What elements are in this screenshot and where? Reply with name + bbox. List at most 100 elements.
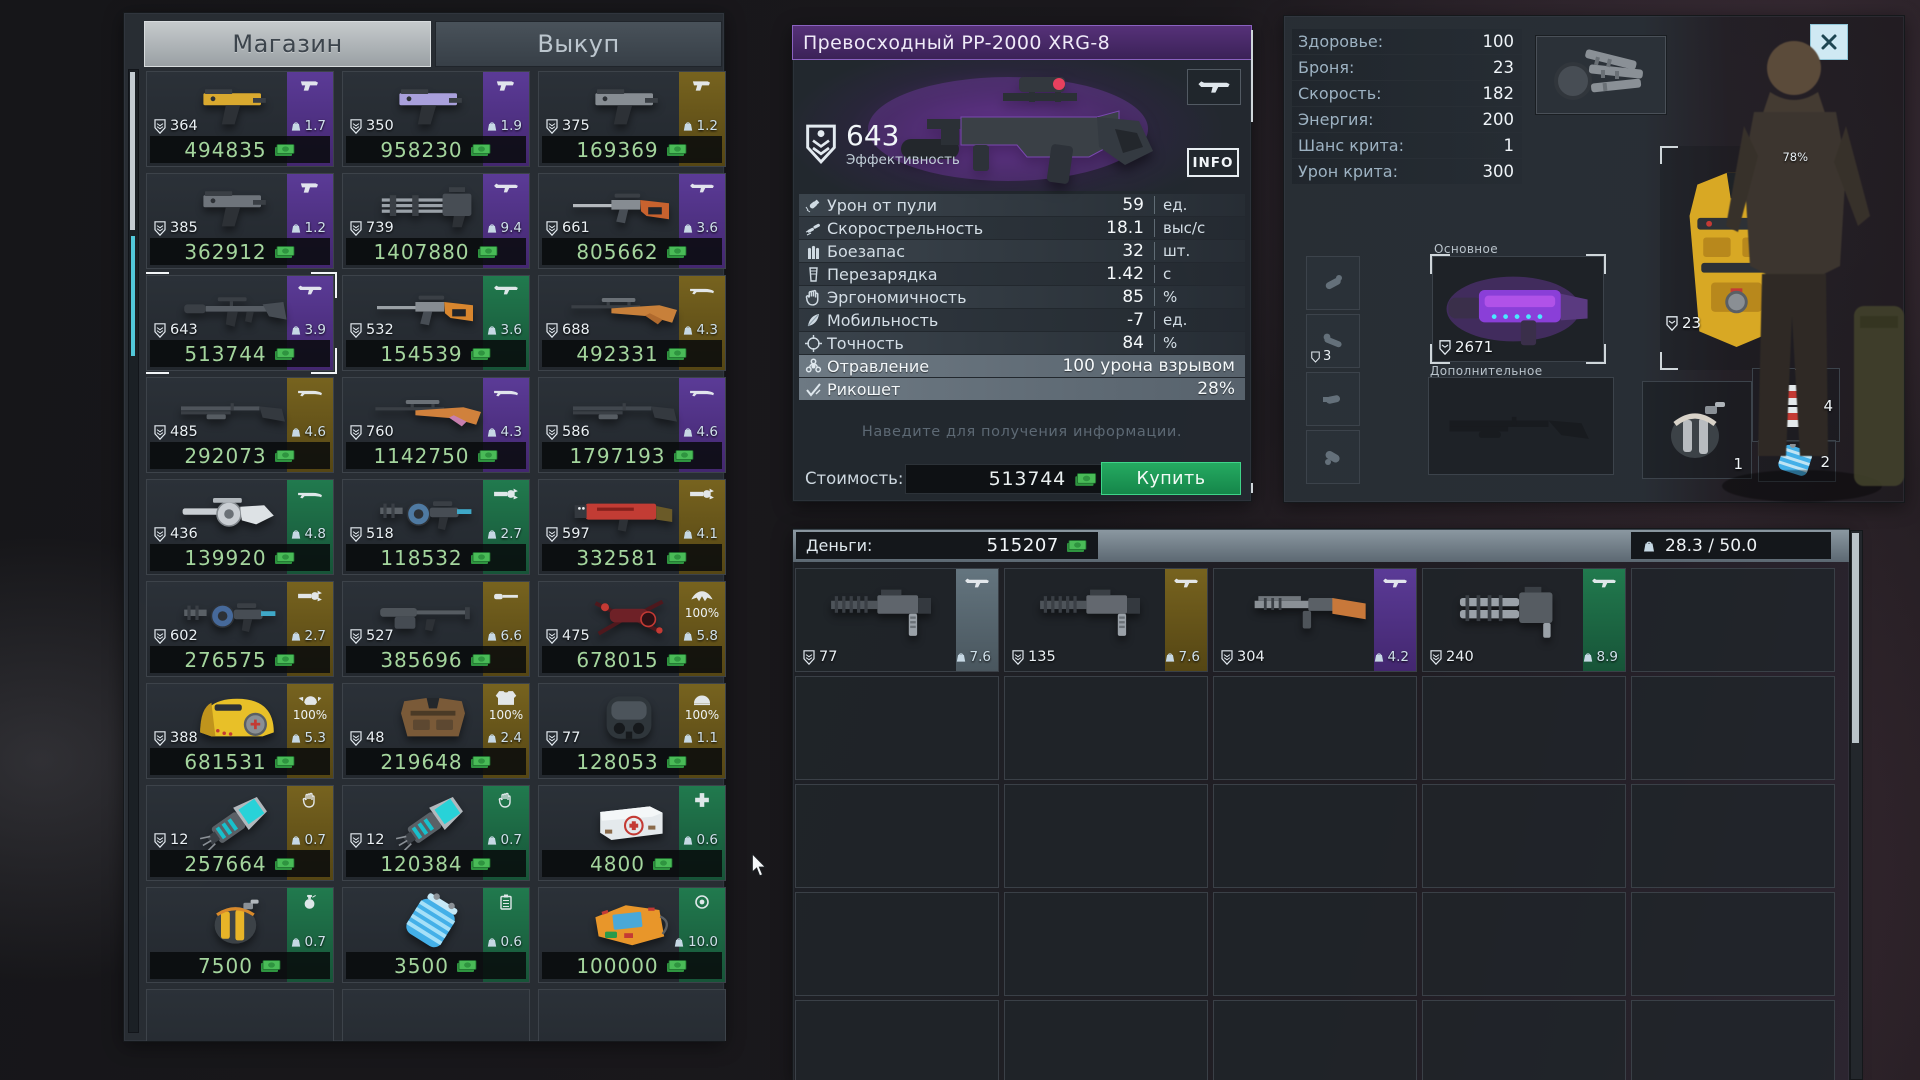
shop-item[interactable]: 100% 77 1.1 128053 <box>538 683 726 779</box>
weapon-class-button[interactable] <box>1187 69 1241 105</box>
inventory-cell-empty[interactable] <box>1213 892 1417 996</box>
shop-item[interactable]: 643 3.9 513744 <box>146 275 334 371</box>
shop-tabs: Магазин Выкуп <box>144 21 722 67</box>
shield-icon <box>350 833 362 848</box>
inventory-cell-empty[interactable] <box>795 676 999 780</box>
shop-item[interactable]: 12 0.7 257664 <box>146 785 334 881</box>
inventory-cell-empty[interactable] <box>1631 676 1835 780</box>
quick-slot-3[interactable] <box>1306 372 1360 426</box>
quick-slot-1[interactable] <box>1306 256 1360 310</box>
shop-item[interactable]: 661 3.6 805662 <box>538 173 726 269</box>
inventory-cell-empty[interactable] <box>1631 892 1835 996</box>
shop-item[interactable]: 0.7 7500 <box>146 887 334 983</box>
shop-item[interactable]: 0.6 3500 <box>342 887 530 983</box>
shop-item[interactable]: 602 2.7 276575 <box>146 581 334 677</box>
tab-shop[interactable]: Магазин <box>144 21 431 67</box>
shop-item[interactable]: 100% 388 5.3 681531 <box>146 683 334 779</box>
shield-icon <box>546 425 558 440</box>
quick-slot-4[interactable] <box>1306 430 1360 484</box>
primary-weapon-slot[interactable]: 2671 <box>1432 256 1604 362</box>
character-stat-row: Скорость: 182 <box>1292 81 1522 106</box>
inventory-cell-empty[interactable] <box>1422 784 1626 888</box>
inventory-cell-empty[interactable] <box>1004 892 1208 996</box>
inventory-cell-empty[interactable] <box>1213 676 1417 780</box>
shop-item[interactable]: 100% 48 2.4 219648 <box>342 683 530 779</box>
inventory-cell-empty[interactable] <box>795 784 999 888</box>
inventory-cell-empty[interactable] <box>1631 784 1835 888</box>
shop-item[interactable]: 597 4.1 332581 <box>538 479 726 575</box>
shop-scrollbar-thumb[interactable] <box>130 72 135 230</box>
item-price: 513744 <box>150 340 330 367</box>
shield-icon <box>546 221 558 236</box>
item-price: 219648 <box>346 748 526 775</box>
inventory-cell-empty[interactable] <box>1004 784 1208 888</box>
weight-icon <box>1643 539 1655 553</box>
item-weight: 4.1 <box>683 526 718 542</box>
shop-item[interactable]: 760 4.3 1142750 <box>342 377 530 473</box>
shop-item[interactable]: 350 1.9 958230 <box>342 71 530 167</box>
shop-item-empty <box>342 989 530 1041</box>
inventory-cell-empty[interactable] <box>1422 676 1626 780</box>
stat-icon <box>799 312 827 329</box>
info-button[interactable]: INFO <box>1187 148 1239 177</box>
character-stat-label: Урон крита: <box>1298 162 1398 181</box>
shop-item[interactable]: 10.0 100000 <box>538 887 726 983</box>
inventory-cell-empty[interactable] <box>1631 1000 1835 1080</box>
inventory-item[interactable]: 135 7.6 <box>1004 568 1208 672</box>
inventory-cell-empty[interactable] <box>1631 568 1835 672</box>
buy-button[interactable]: Купить <box>1101 462 1241 495</box>
weight-icon <box>487 426 497 438</box>
item-level-badge: 135 <box>1012 649 1056 665</box>
item-level-badge: 518 <box>350 526 394 542</box>
shop-item[interactable]: 485 4.6 292073 <box>146 377 334 473</box>
shop-item[interactable]: 100% 475 5.8 678015 <box>538 581 726 677</box>
money-icon <box>470 143 492 157</box>
inventory-cell-empty[interactable] <box>795 1000 999 1080</box>
inventory-item[interactable]: 77 7.6 <box>795 568 999 672</box>
money-icon <box>477 245 499 259</box>
inventory-scrollbar-thumb[interactable] <box>1852 533 1859 743</box>
inventory-cell-empty[interactable] <box>1213 1000 1417 1080</box>
stat-unit: ед. <box>1154 311 1245 329</box>
item-price: 154539 <box>346 340 526 367</box>
money-icon <box>470 755 492 769</box>
inventory-cell-empty[interactable] <box>1213 784 1417 888</box>
money-icon <box>666 959 688 973</box>
inventory-cell-empty[interactable] <box>1422 1000 1626 1080</box>
shop-item[interactable]: 436 4.8 139920 <box>146 479 334 575</box>
inventory-scrollbar[interactable] <box>1850 530 1863 1080</box>
inventory-item[interactable]: 240 8.9 <box>1422 568 1626 672</box>
shop-item[interactable]: 375 1.2 169369 <box>538 71 726 167</box>
item-weight: 10.0 <box>674 934 718 950</box>
inventory-cell-empty[interactable] <box>1422 892 1626 996</box>
tab-buyback[interactable]: Выкуп <box>435 21 722 67</box>
shop-item[interactable]: 532 3.6 154539 <box>342 275 530 371</box>
inventory-cell-empty[interactable] <box>1004 676 1208 780</box>
stat-label: Скорострельность <box>827 219 1034 238</box>
shop-scrollbar[interactable] <box>128 69 139 1033</box>
shop-item[interactable]: 364 1.7 494835 <box>146 71 334 167</box>
money-icon <box>274 245 296 259</box>
inventory-item[interactable]: 304 4.2 <box>1213 568 1417 672</box>
inventory-cell-empty[interactable] <box>1004 1000 1208 1080</box>
shop-item[interactable]: 518 2.7 118532 <box>342 479 530 575</box>
money-box: Деньги: 515207 <box>796 532 1098 559</box>
shop-item[interactable]: 12 0.7 120384 <box>342 785 530 881</box>
inventory-cell-empty[interactable] <box>795 892 999 996</box>
shop-item[interactable]: 0.6 4800 <box>538 785 726 881</box>
weight-icon <box>291 834 301 846</box>
secondary-weapon-slot[interactable] <box>1428 377 1614 475</box>
shield-icon <box>350 527 362 542</box>
weight-icon <box>487 732 497 744</box>
shop-item[interactable]: 527 6.6 385696 <box>342 581 530 677</box>
item-level-badge: 48 <box>350 730 384 746</box>
shield-icon <box>546 527 558 542</box>
stat-label: Боезапас <box>827 242 1034 261</box>
shop-item[interactable]: 688 4.3 492331 <box>538 275 726 371</box>
shop-item[interactable]: 385 1.2 362912 <box>146 173 334 269</box>
shop-item[interactable]: 586 4.6 1797193 <box>538 377 726 473</box>
weight-icon <box>683 630 693 642</box>
shop-item[interactable]: 739 9.4 1407880 <box>342 173 530 269</box>
ammo-crate-slot[interactable] <box>1536 36 1666 114</box>
quick-slot-2[interactable]: 3 <box>1306 314 1360 368</box>
